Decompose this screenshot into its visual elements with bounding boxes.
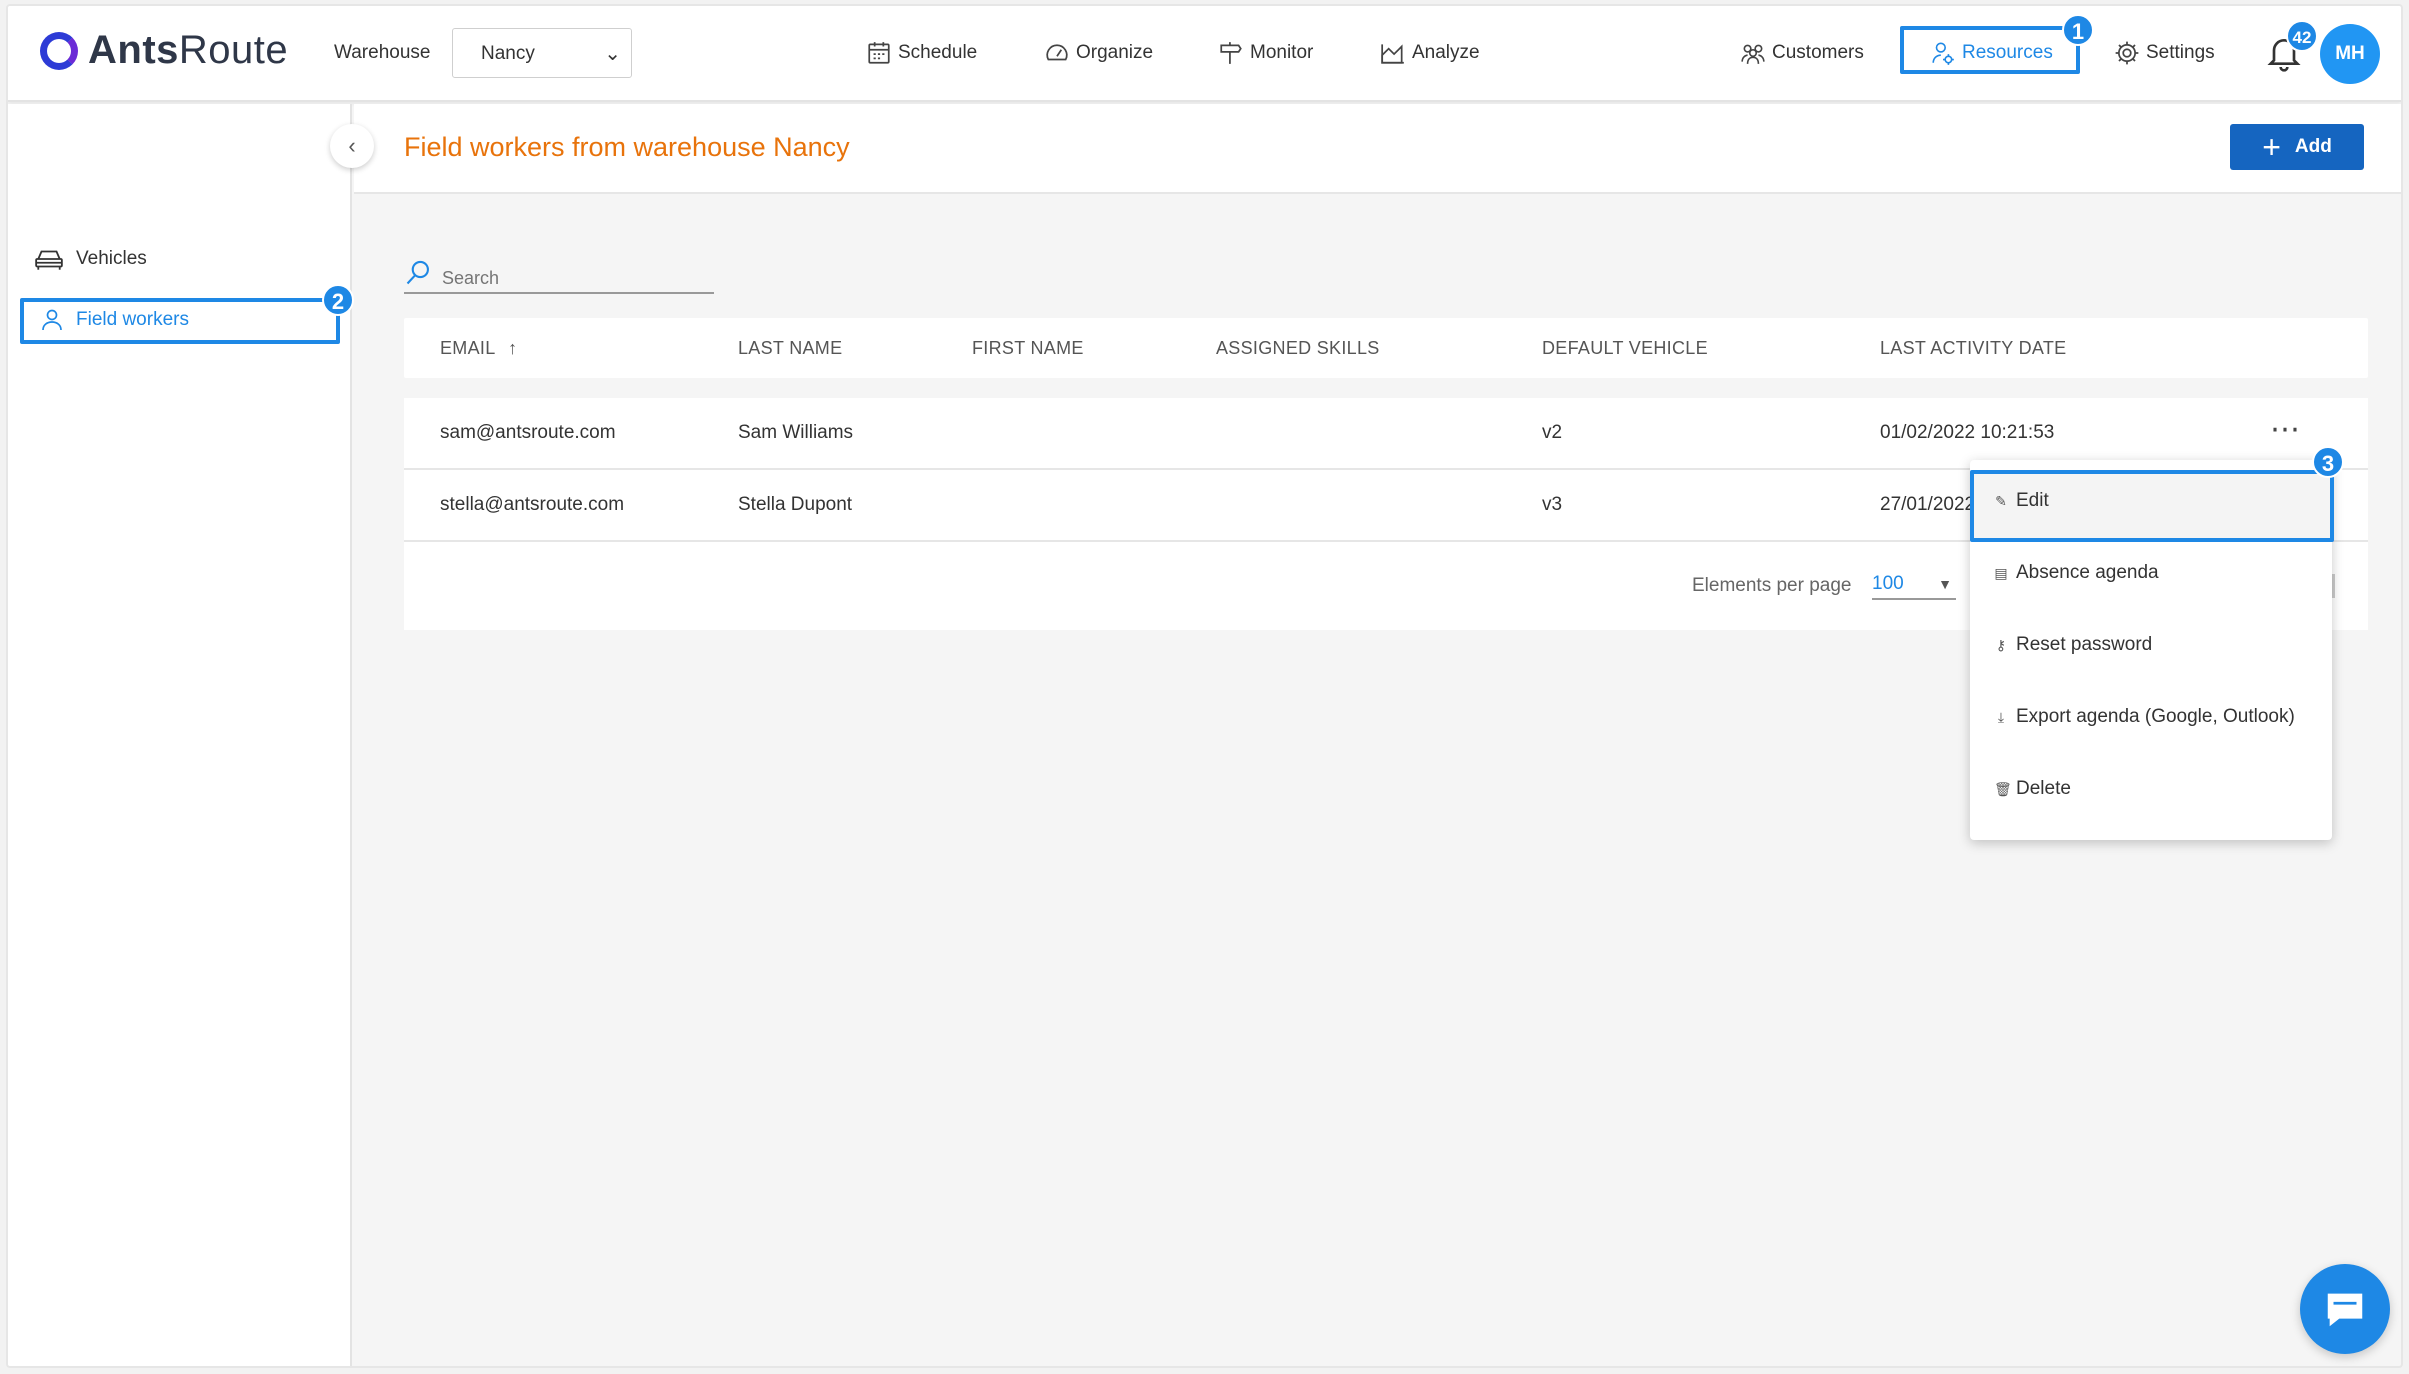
- chevron-left-icon: ‹: [348, 133, 356, 158]
- logo-mark-icon: [40, 31, 78, 70]
- nav-monitor[interactable]: Monitor: [1218, 40, 1313, 66]
- menu-item-reset-label: Reset password: [2016, 634, 2153, 655]
- page-title: Field workers from warehouse Nancy: [404, 132, 850, 162]
- customers-icon: [1741, 44, 1765, 64]
- gauge-icon: [1046, 44, 1068, 61]
- nav-settings-label: Settings: [2146, 42, 2215, 63]
- sidebar-item-vehicles[interactable]: Vehicles: [34, 246, 147, 272]
- cell-last-activity: 27/01/2022: [1880, 494, 1976, 515]
- menu-item-absence-agenda[interactable]: ▤ Absence agenda: [1994, 562, 2159, 584]
- avatar[interactable]: MH: [2320, 24, 2380, 84]
- per-page-value: 100: [1872, 573, 1904, 594]
- step-badge-2: 2: [322, 284, 354, 316]
- search-field: [404, 254, 714, 294]
- column-header-last-activity[interactable]: LAST ACTIVITY DATE: [1880, 338, 2066, 359]
- logo[interactable]: AntsRoute: [40, 28, 288, 73]
- sidebar: Vehicles Field workers 2: [8, 104, 354, 1366]
- collapse-sidebar-button[interactable]: ‹: [330, 124, 374, 168]
- user-icon: [42, 309, 62, 331]
- nav-customers[interactable]: Customers: [1740, 40, 1864, 66]
- nav-organize[interactable]: Organize: [1044, 40, 1153, 66]
- nav-resources-label: Resources: [1962, 42, 2053, 63]
- menu-item-delete-label: Delete: [2016, 778, 2071, 799]
- column-header-vehicle[interactable]: DEFAULT VEHICLE: [1542, 338, 1708, 359]
- pager-divider: [2332, 574, 2335, 598]
- pencil-icon: ✎: [1995, 492, 2007, 509]
- menu-item-export-label: Export agenda (Google, Outlook): [2016, 706, 2295, 727]
- nav-monitor-label: Monitor: [1250, 42, 1314, 63]
- chat-button[interactable]: [2300, 1264, 2390, 1354]
- signpost-icon: [1220, 42, 1242, 64]
- per-page-select[interactable]: 100 ▼: [1872, 568, 1956, 600]
- column-header-first-name[interactable]: FIRST NAME: [972, 338, 1084, 359]
- cell-vehicle: v3: [1542, 494, 1563, 515]
- gear-icon: [2115, 41, 2139, 65]
- trash-icon: 🗑: [1994, 780, 2012, 797]
- search-input[interactable]: [442, 267, 682, 289]
- chevron-down-icon: ⌄: [604, 43, 621, 65]
- table-header: EMAIL ↑ LAST NAME FIRST NAME ASSIGNED SK…: [404, 318, 2368, 378]
- sort-asc-icon: ↑: [508, 338, 518, 358]
- nav-schedule-label: Schedule: [898, 42, 978, 63]
- cell-last-activity: 01/02/2022 10:21:53: [1880, 422, 2055, 443]
- column-header-email[interactable]: EMAIL ↑: [440, 338, 517, 359]
- nav-schedule[interactable]: Schedule: [866, 40, 977, 66]
- cell-email: stella@antsroute.com: [440, 494, 625, 515]
- cell-email: sam@antsroute.com: [440, 422, 616, 443]
- column-header-last-name[interactable]: LAST NAME: [738, 338, 842, 359]
- caret-down-icon: ▼: [1938, 576, 1952, 592]
- user-gear-icon: [1932, 42, 1954, 65]
- calendar-icon: ▤: [1994, 564, 2008, 581]
- cell-vehicle: v2: [1542, 422, 1563, 443]
- calendar-icon: [868, 42, 890, 64]
- sidebar-item-field-workers[interactable]: Field workers: [40, 307, 189, 333]
- nav-organize-label: Organize: [1076, 42, 1154, 63]
- menu-item-absence-label: Absence agenda: [2016, 562, 2159, 583]
- logo-text: AntsRoute: [88, 28, 289, 72]
- sidebar-item-vehicles-label: Vehicles: [76, 248, 147, 269]
- step-badge-1: 1: [2062, 14, 2094, 46]
- cell-last-name: Sam Williams: [738, 422, 854, 443]
- add-button-label: Add: [2294, 136, 2332, 157]
- key-icon: ⚷: [1995, 636, 2007, 653]
- per-page-label: Elements per page: [1692, 575, 1852, 596]
- nav-settings[interactable]: Settings: [2114, 40, 2215, 66]
- menu-item-export-agenda[interactable]: ⤓ Export agenda (Google, Outlook): [1994, 706, 2295, 728]
- add-button[interactable]: + Add: [2230, 124, 2364, 170]
- download-icon: ⤓: [1997, 708, 2005, 725]
- top-bar: AntsRoute Warehouse Nancy ⌄ Schedule Org…: [8, 6, 2401, 102]
- menu-item-delete[interactable]: 🗑 Delete: [1994, 778, 2071, 800]
- warehouse-select[interactable]: Nancy ⌄: [452, 28, 632, 78]
- menu-item-reset-password[interactable]: ⚷ Reset password: [1994, 634, 2152, 656]
- column-header-skills[interactable]: ASSIGNED SKILLS: [1216, 338, 1380, 359]
- main-header: Field workers from warehouse Nancy + Add: [354, 104, 2401, 194]
- more-actions-icon[interactable]: ⋯: [2270, 412, 2301, 447]
- menu-item-edit-label: Edit: [2016, 490, 2049, 511]
- cell-last-name: Stella Dupont: [738, 494, 853, 515]
- warehouse-select-value: Nancy: [481, 43, 535, 64]
- plus-icon: +: [2262, 129, 2281, 165]
- sidebar-item-field-workers-label: Field workers: [76, 309, 189, 330]
- nav-analyze[interactable]: Analyze: [1380, 40, 1480, 66]
- chat-bubble-icon: [2327, 1293, 2363, 1327]
- menu-item-edit[interactable]: ✎ Edit: [1994, 490, 2049, 512]
- notifications-badge: 42: [2286, 20, 2318, 52]
- app-window: AntsRoute Warehouse Nancy ⌄ Schedule Org…: [6, 4, 2403, 1368]
- car-icon: [35, 250, 63, 270]
- area-chart-icon: [1381, 44, 1404, 64]
- step-badge-3: 3: [2312, 446, 2344, 478]
- nav-customers-label: Customers: [1772, 42, 1864, 63]
- warehouse-label: Warehouse: [334, 42, 431, 63]
- row-actions-menu: ✎ Edit ▤ Absence agenda ⚷ Reset password…: [1970, 460, 2334, 840]
- nav-resources[interactable]: Resources: [1930, 40, 2053, 66]
- nav-analyze-label: Analyze: [1412, 42, 1480, 63]
- search-icon: [406, 260, 429, 285]
